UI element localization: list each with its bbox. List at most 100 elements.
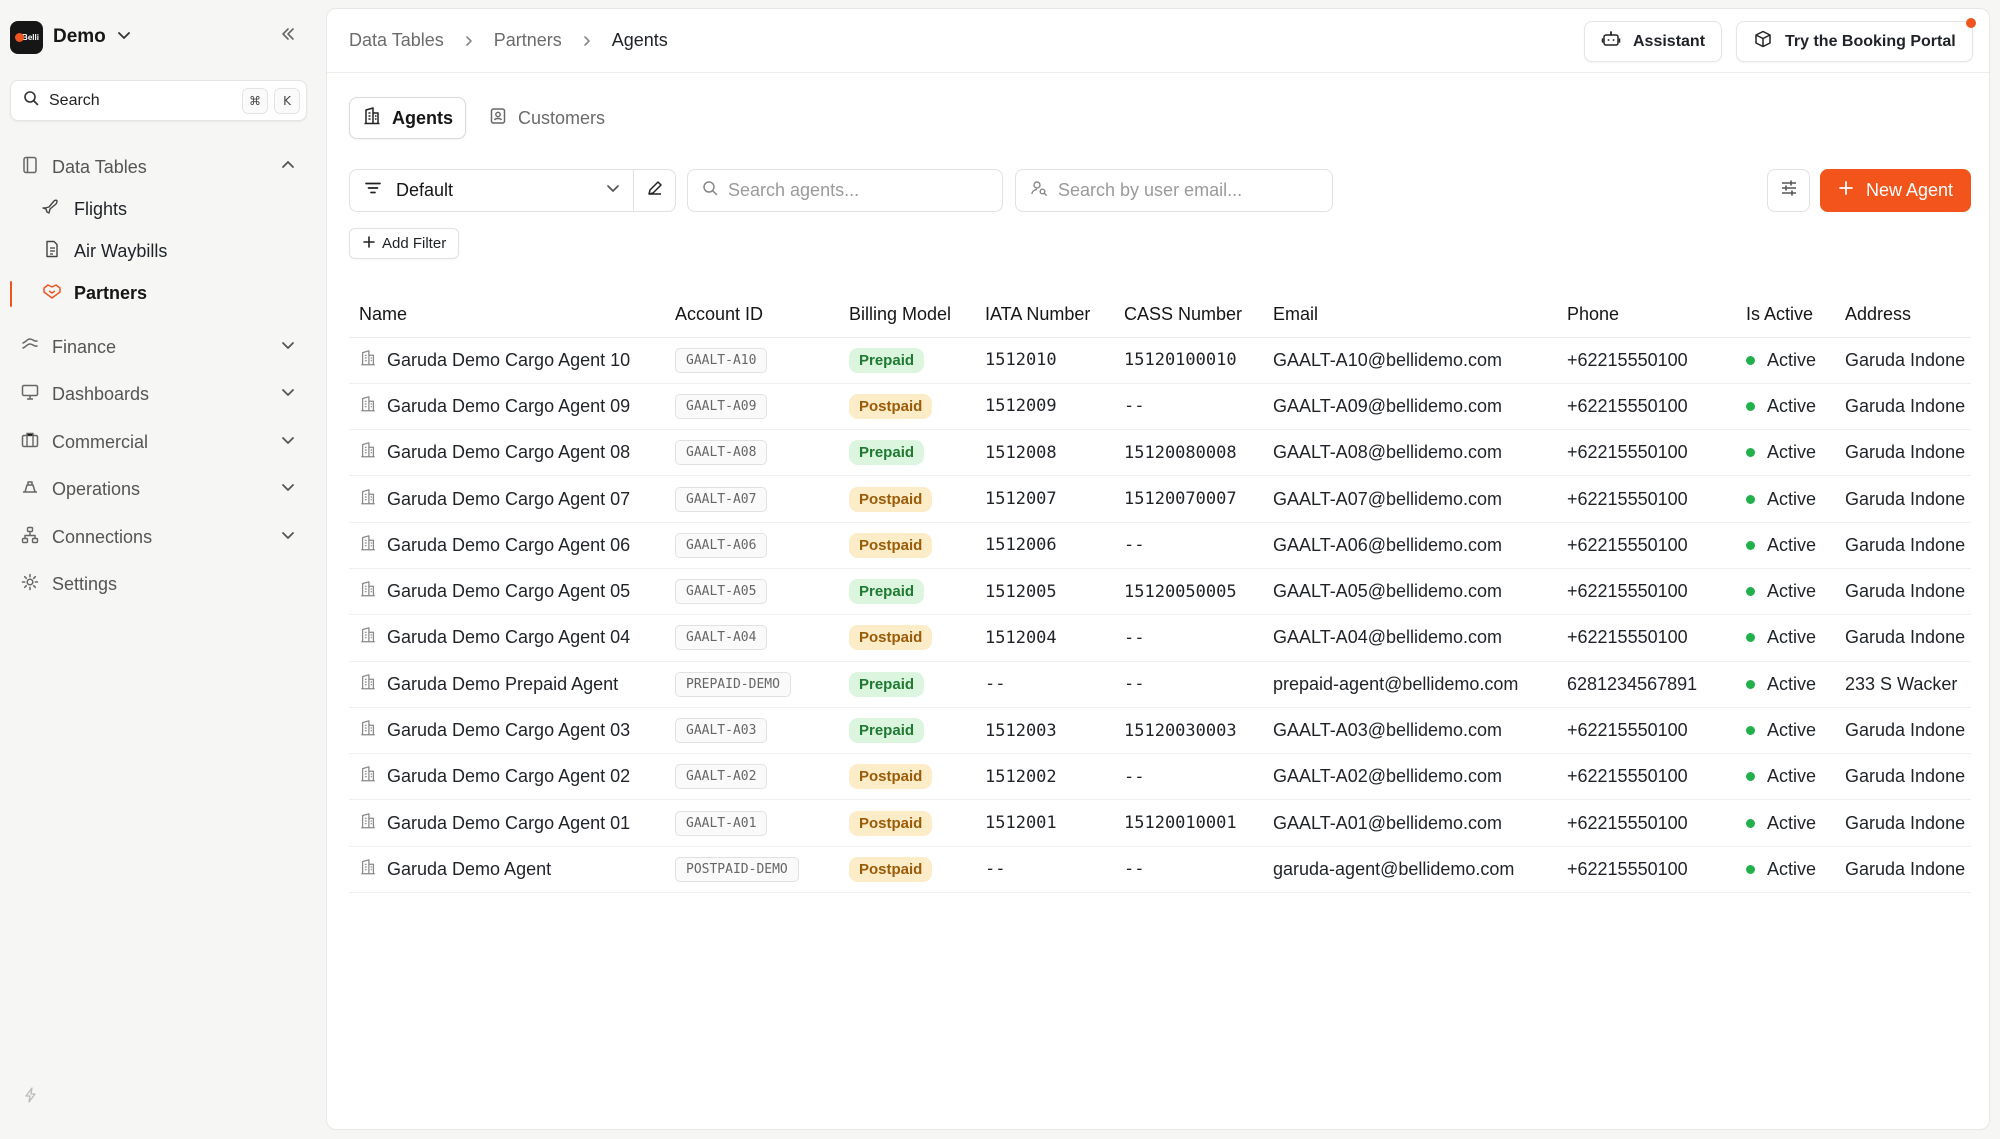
agent-name[interactable]: Garuda Demo Cargo Agent 05	[387, 581, 630, 602]
sidebar-item-label: Partners	[74, 282, 148, 303]
collapse-sidebar-icon[interactable]	[279, 25, 297, 48]
operations-icon	[20, 477, 40, 502]
is-active-cell: Active	[1736, 846, 1835, 893]
phone-cell: +62215550100	[1557, 846, 1736, 893]
sidebar-item-settings[interactable]: Settings	[10, 566, 310, 602]
table-row[interactable]: Garuda Demo Agent POSTPAID-DEMO Postpaid --…	[349, 846, 1971, 893]
agent-name[interactable]: Garuda Demo Cargo Agent 07	[387, 489, 630, 510]
email-cell: GAALT-A03@bellidemo.com	[1263, 707, 1557, 755]
sidebar-item-air-waybills[interactable]: Air Waybills	[30, 233, 310, 269]
phone-cell: +62215550100	[1557, 337, 1736, 384]
column-header[interactable]: Name	[349, 293, 665, 338]
booking-portal-button[interactable]: Try the Booking Portal	[1736, 18, 1976, 62]
billing-badge: Prepaid	[849, 718, 925, 744]
cass-number-cell: 15120010001	[1114, 799, 1263, 847]
new-agent-button[interactable]: New Agent	[1820, 169, 1971, 212]
column-settings-button[interactable]	[1767, 169, 1810, 212]
table-row[interactable]: Garuda Demo Cargo Agent 04 GAALT-A04 Postp…	[349, 614, 1971, 662]
iata-number-cell: 1512001	[975, 799, 1114, 847]
building-icon	[359, 395, 387, 418]
column-header[interactable]: IATA Number	[975, 293, 1114, 338]
address-cell: Garuda Indone	[1835, 799, 1971, 847]
table-row[interactable]: Garuda Demo Cargo Agent 10 GAALT-A10 Prepa…	[349, 337, 1971, 384]
phone-cell: +62215550100	[1557, 383, 1736, 431]
tab-customers[interactable]: Customers	[476, 97, 617, 139]
cass-number-cell: --	[1114, 753, 1263, 801]
status-label: Active	[1767, 581, 1817, 602]
assistant-button[interactable]: Assistant	[1584, 21, 1723, 62]
table-row[interactable]: Garuda Demo Cargo Agent 03 GAALT-A03 Prepa…	[349, 707, 1971, 755]
table-row[interactable]: Garuda Demo Cargo Agent 05 GAALT-A05 Prepa…	[349, 568, 1971, 616]
sidebar-group-label: Finance	[52, 336, 117, 357]
agent-name[interactable]: Garuda Demo Cargo Agent 04	[387, 627, 630, 648]
sidebar-group-finance[interactable]: Finance	[10, 329, 310, 365]
account-id-cell: GAALT-A09	[665, 383, 839, 431]
finance-icon	[20, 335, 40, 360]
tab-agents[interactable]: Agents	[349, 97, 467, 139]
is-active-cell: Active	[1736, 753, 1835, 801]
column-header[interactable]: Account ID	[665, 293, 839, 338]
table-row[interactable]: Garuda Demo Prepaid Agent PREPAID-DEMO Pre…	[349, 661, 1971, 708]
agent-name[interactable]: Garuda Demo Cargo Agent 01	[387, 813, 630, 834]
sidebar-group-dashboards[interactable]: Dashboards	[10, 376, 310, 412]
lightning-icon[interactable]	[23, 1087, 39, 1108]
agent-name[interactable]: Garuda Demo Cargo Agent 09	[387, 396, 630, 417]
column-header[interactable]: Phone	[1557, 293, 1736, 338]
agent-name[interactable]: Garuda Demo Cargo Agent 08	[387, 442, 630, 463]
table-row[interactable]: Garuda Demo Cargo Agent 06 GAALT-A06 Postp…	[349, 522, 1971, 569]
chevron-down-icon	[280, 479, 296, 500]
agent-name[interactable]: Garuda Demo Cargo Agent 06	[387, 535, 630, 556]
search-email-field[interactable]	[1015, 169, 1333, 212]
billing-model-cell: Postpaid	[839, 846, 975, 893]
name-cell: Garuda Demo Cargo Agent 04	[349, 614, 665, 662]
column-header[interactable]: Email	[1263, 293, 1557, 338]
agent-name[interactable]: Garuda Demo Prepaid Agent	[387, 674, 618, 695]
agent-name[interactable]: Garuda Demo Agent	[387, 859, 551, 880]
workspace-switcher[interactable]: Belli Demo	[10, 20, 132, 54]
table-row[interactable]: Garuda Demo Cargo Agent 01 GAALT-A01 Postp…	[349, 799, 1971, 847]
table-row[interactable]: Garuda Demo Cargo Agent 08 GAALT-A08 Prepa…	[349, 429, 1971, 477]
sidebar-group-data-tables[interactable]: Data Tables	[10, 149, 310, 185]
column-header[interactable]: Address	[1835, 293, 1971, 338]
sidebar-search[interactable]: Search ⌘ K	[10, 80, 307, 121]
status-label: Active	[1767, 812, 1817, 833]
sidebar-group-connections[interactable]: Connections	[10, 519, 310, 555]
account-id-badge: GAALT-A06	[675, 532, 768, 558]
breadcrumb-data-tables[interactable]: Data Tables	[349, 30, 444, 51]
edit-view-button[interactable]	[634, 179, 675, 202]
account-id-cell: GAALT-A05	[665, 568, 839, 616]
add-filter-button[interactable]: Add Filter	[349, 228, 460, 259]
address-cell: 233 S Wacker	[1835, 661, 1971, 708]
column-header[interactable]: CASS Number	[1114, 293, 1263, 338]
table-row[interactable]: Garuda Demo Cargo Agent 09 GAALT-A09 Postp…	[349, 383, 1971, 431]
is-active-cell: Active	[1736, 383, 1835, 431]
agent-name[interactable]: Garuda Demo Cargo Agent 02	[387, 766, 630, 787]
sidebar-group-operations[interactable]: Operations	[10, 471, 310, 507]
view-dropdown[interactable]: Default	[350, 170, 634, 211]
breadcrumb-partners[interactable]: Partners	[494, 30, 562, 51]
sidebar-item-partners[interactable]: Partners	[30, 275, 310, 311]
table-row[interactable]: Garuda Demo Cargo Agent 02 GAALT-A02 Postp…	[349, 753, 1971, 801]
address-cell: Garuda Indone	[1835, 707, 1971, 755]
search-email-input[interactable]	[1058, 180, 1298, 201]
is-active-cell: Active	[1736, 522, 1835, 569]
package-icon	[1753, 29, 1785, 54]
agent-name[interactable]: Garuda Demo Cargo Agent 03	[387, 720, 630, 741]
column-header[interactable]: Billing Model	[839, 293, 975, 338]
status-dot	[1746, 355, 1755, 365]
search-agents-input[interactable]	[728, 180, 968, 201]
email-cell: GAALT-A06@bellidemo.com	[1263, 522, 1557, 569]
sidebar-group-commercial[interactable]: Commercial	[10, 424, 310, 460]
table-row[interactable]: Garuda Demo Cargo Agent 07 GAALT-A07 Postp…	[349, 475, 1971, 523]
agent-name[interactable]: Garuda Demo Cargo Agent 10	[387, 350, 630, 371]
cass-number-cell: --	[1114, 614, 1263, 662]
account-id-badge: GAALT-A09	[675, 393, 768, 419]
sidebar: Belli Demo Search ⌘ K Data Tables Flight…	[0, 0, 326, 1139]
search-agents-field[interactable]	[687, 169, 1003, 212]
account-id-badge: GAALT-A08	[675, 440, 768, 466]
status-label: Active	[1767, 395, 1817, 416]
sidebar-item-flights[interactable]: Flights	[30, 191, 310, 227]
account-id-badge: GAALT-A05	[675, 579, 768, 605]
breadcrumb: Data Tables Partners Agents	[349, 30, 668, 51]
column-header[interactable]: Is Active	[1736, 293, 1835, 338]
